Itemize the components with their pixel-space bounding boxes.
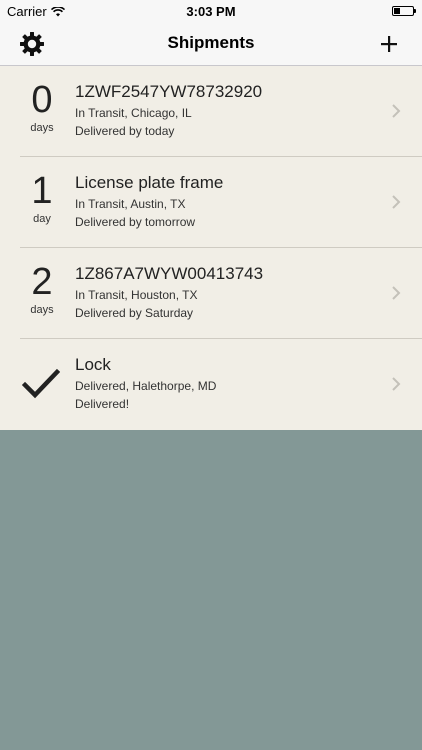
shipment-info: License plate frame In Transit, Austin, … (75, 172, 382, 230)
shipment-row[interactable]: 1 day License plate frame In Transit, Au… (0, 157, 422, 248)
shipment-eta: Delivered! (75, 397, 130, 411)
days-remaining: 2 days (0, 262, 84, 316)
checkmark-icon (22, 368, 60, 399)
shipment-title: 1ZWF2547YW78732920 (75, 82, 263, 101)
days-unit: days (30, 304, 54, 316)
days-unit: day (33, 213, 51, 225)
days-count: 1 (31, 170, 53, 212)
add-shipment-button[interactable] (374, 29, 404, 59)
shipment-title: Lock (75, 355, 111, 374)
shipment-title: 1Z867A7WYW00413743 (75, 264, 264, 283)
shipment-title: License plate frame (75, 173, 224, 192)
chevron-right-icon (392, 377, 401, 391)
shipment-eta: Delivered by today (75, 124, 175, 138)
page-title: Shipments (167, 33, 255, 52)
shipment-row[interactable]: 0 days 1ZWF2547YW78732920 In Transit, Ch… (0, 66, 422, 157)
chevron-right-icon (392, 286, 401, 300)
shipment-status: In Transit, Houston, TX (75, 288, 198, 302)
shipment-status: In Transit, Chicago, IL (75, 106, 192, 120)
shipment-status: Delivered, Halethorpe, MD (75, 379, 217, 393)
days-count: 2 (31, 261, 53, 303)
chevron-right-icon (392, 104, 401, 118)
days-count: 0 (31, 79, 53, 121)
chevron-right-icon (392, 195, 401, 209)
shipment-list: 0 days 1ZWF2547YW78732920 In Transit, Ch… (0, 66, 422, 430)
navigation-bar: Shipments (0, 22, 422, 66)
battery-level (394, 8, 400, 14)
plus-icon (381, 36, 397, 52)
days-remaining: 1 day (0, 171, 84, 225)
shipment-eta: Delivered by Saturday (75, 306, 194, 320)
days-remaining: 0 days (0, 80, 84, 134)
shipment-eta: Delivered by tomorrow (75, 215, 196, 229)
days-unit: days (30, 122, 54, 134)
shipment-row[interactable]: Lock Delivered, Halethorpe, MD Delivered… (0, 339, 422, 430)
status-bar: Carrier 3:03 PM (0, 0, 422, 22)
shipment-status: In Transit, Austin, TX (75, 197, 186, 211)
shipment-info: 1ZWF2547YW78732920 In Transit, Chicago, … (75, 81, 382, 139)
shipment-row[interactable]: 2 days 1Z867A7WYW00413743 In Transit, Ho… (0, 248, 422, 339)
shipment-info: Lock Delivered, Halethorpe, MD Delivered… (75, 354, 382, 412)
shipment-info: 1Z867A7WYW00413743 In Transit, Houston, … (75, 263, 382, 321)
status-time: 3:03 PM (186, 4, 236, 19)
battery-icon (392, 6, 416, 16)
